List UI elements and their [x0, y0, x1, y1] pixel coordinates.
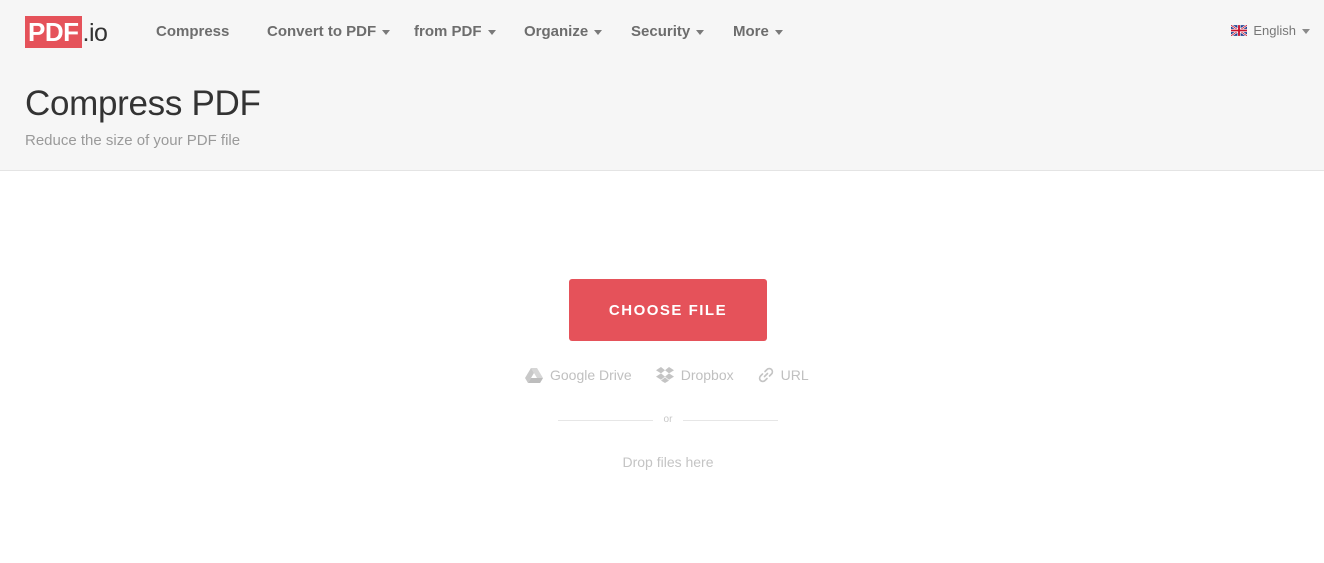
google-drive-label: Google Drive: [550, 366, 632, 383]
page-subtitle: Reduce the size of your PDF file: [25, 132, 241, 149]
top-navigation: PDF .io Compress Convert to PDF from PDF…: [0, 0, 1324, 64]
page-title: Compress PDF: [25, 84, 261, 123]
upload-sources: Google Drive Dropbox URL: [525, 366, 809, 383]
chevron-down-icon: [1302, 28, 1310, 34]
url-label: URL: [780, 366, 809, 383]
nav-security-label: Security: [631, 23, 691, 40]
nav-from-pdf[interactable]: from PDF: [414, 23, 496, 40]
choose-file-button[interactable]: CHOOSE FILE: [569, 279, 767, 341]
nav-organize[interactable]: Organize: [524, 23, 603, 40]
nav-convert-to-pdf-label: Convert to PDF: [267, 23, 377, 40]
dropbox-source[interactable]: Dropbox: [655, 366, 734, 383]
nav-from-pdf-label: from PDF: [414, 23, 482, 40]
chevron-down-icon: [487, 29, 496, 35]
page-header: PDF .io Compress Convert to PDF from PDF…: [0, 0, 1324, 171]
google-drive-icon: [525, 367, 543, 383]
logo-suffix: .io: [82, 19, 108, 47]
chevron-down-icon: [382, 29, 391, 35]
nav-compress[interactable]: Compress: [156, 23, 229, 40]
logo-brand: PDF: [25, 16, 82, 48]
nav-more-label: More: [733, 23, 769, 40]
nav-more[interactable]: More: [733, 23, 783, 40]
google-drive-source[interactable]: Google Drive: [525, 367, 632, 383]
dropbox-icon: [655, 367, 674, 383]
nav-security[interactable]: Security: [631, 23, 705, 40]
uk-flag-icon: [1231, 25, 1248, 36]
pdfio-logo[interactable]: PDF .io: [25, 15, 108, 48]
nav-convert-to-pdf[interactable]: Convert to PDF: [267, 23, 391, 40]
drop-files-hint: Drop files here: [622, 454, 714, 470]
url-source[interactable]: URL: [758, 367, 809, 383]
chevron-down-icon: [594, 29, 603, 35]
chevron-down-icon: [696, 29, 705, 35]
divider-line-right: [683, 420, 778, 421]
upload-area[interactable]: CHOOSE FILE Google Drive Dropbox URL or …: [0, 171, 1324, 563]
language-selector[interactable]: English: [1231, 23, 1310, 38]
chevron-down-icon: [774, 29, 783, 35]
or-divider: or: [558, 413, 778, 427]
nav-compress-label: Compress: [156, 23, 230, 40]
link-icon: [758, 367, 773, 382]
nav-organize-label: Organize: [524, 23, 589, 40]
language-label: English: [1253, 23, 1296, 38]
dropbox-label: Dropbox: [680, 366, 734, 383]
